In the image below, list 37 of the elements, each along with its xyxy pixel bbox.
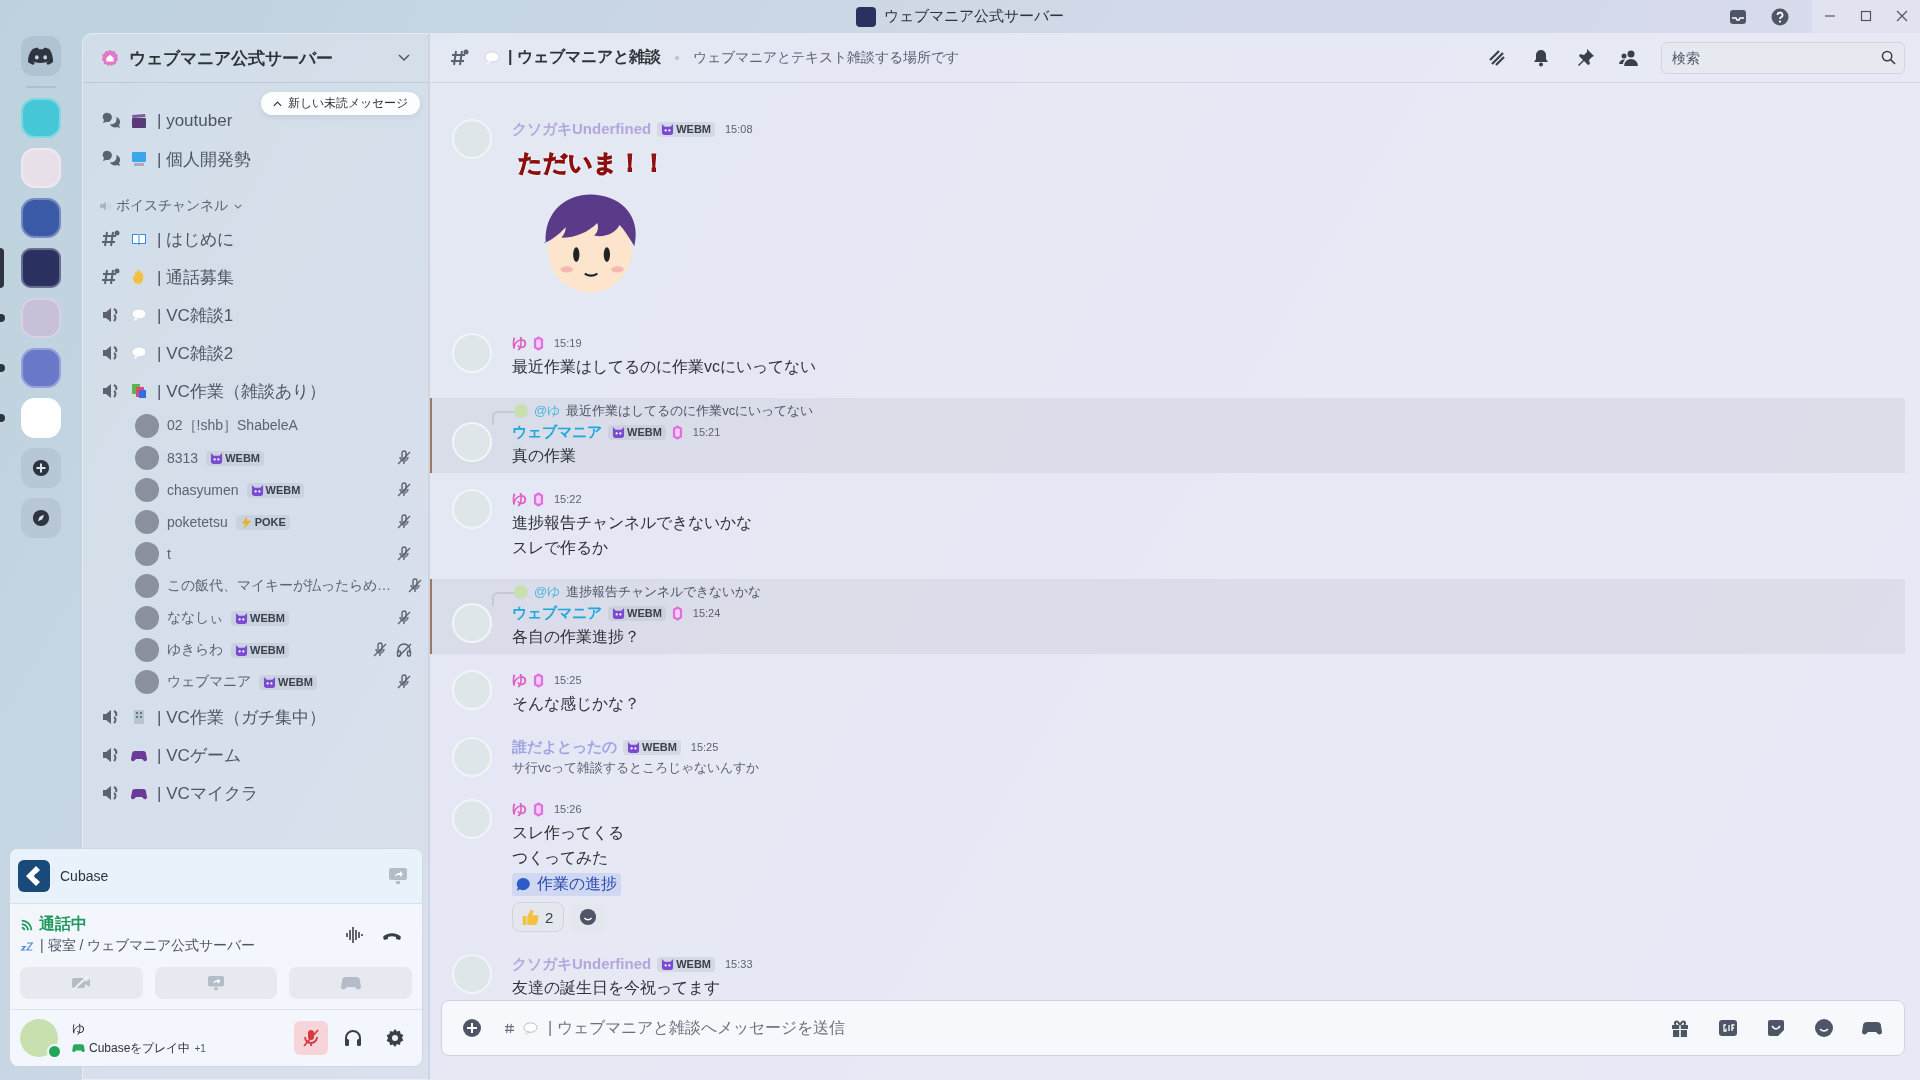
- message-text: 各自の作業進捗？: [512, 627, 640, 647]
- timestamp: 15:22: [554, 493, 582, 505]
- timestamp: 15:26: [554, 803, 582, 815]
- message-text: 進捗報告チャンネルできないかな: [512, 513, 752, 533]
- timestamp: 15:24: [692, 607, 721, 619]
- channel-title: | ウェブマニアと雑談: [508, 47, 661, 67]
- server-tag: WEBM: [259, 674, 317, 690]
- sticker-drawing: ただいま！！: [512, 141, 672, 311]
- timestamp: 15:08: [725, 123, 753, 135]
- message-text: 友達の誕生日を今祝ってます: [512, 978, 720, 998]
- timestamp: 15:19: [554, 337, 582, 349]
- username: ゆ: [72, 1019, 86, 1038]
- server-tag: WEBM: [608, 605, 666, 621]
- activity-count: +1: [194, 1042, 206, 1054]
- timestamp: 15:25: [690, 741, 719, 753]
- server-tag: WEBM: [206, 450, 264, 466]
- server-tag: WEBM: [246, 482, 305, 498]
- activity-name: Cubase: [60, 868, 109, 884]
- message-text: サ行vcって雑談するところじゃないんすか: [512, 759, 759, 777]
- message-text: スレ作ってくる: [512, 823, 624, 843]
- server-tag: POKE: [235, 514, 290, 530]
- server-tag: WEBM: [623, 739, 681, 755]
- timestamp: 15:21: [692, 426, 721, 438]
- user-activity: Cubaseをプレイ中: [89, 1039, 191, 1057]
- message-text: 真の作業: [512, 446, 576, 466]
- server-tag: WEBM: [231, 610, 289, 626]
- server-tag: WEBM: [608, 424, 666, 440]
- message-text: 最近作業はしてるのに作業vcにいってない: [512, 357, 816, 377]
- timestamp: 15:25: [554, 674, 582, 686]
- message-text: そんな感じかな？: [512, 694, 640, 714]
- window-title: ウェブマニア公式サーバー: [884, 7, 1064, 26]
- message-text: スレで作るか: [512, 538, 608, 558]
- timestamp: 15:33: [725, 958, 753, 970]
- server-tag: WEBM: [231, 642, 289, 658]
- server-tag: WEBM: [657, 956, 715, 972]
- message-text: つくってみた: [512, 848, 608, 868]
- server-tag: WEBM: [657, 121, 715, 137]
